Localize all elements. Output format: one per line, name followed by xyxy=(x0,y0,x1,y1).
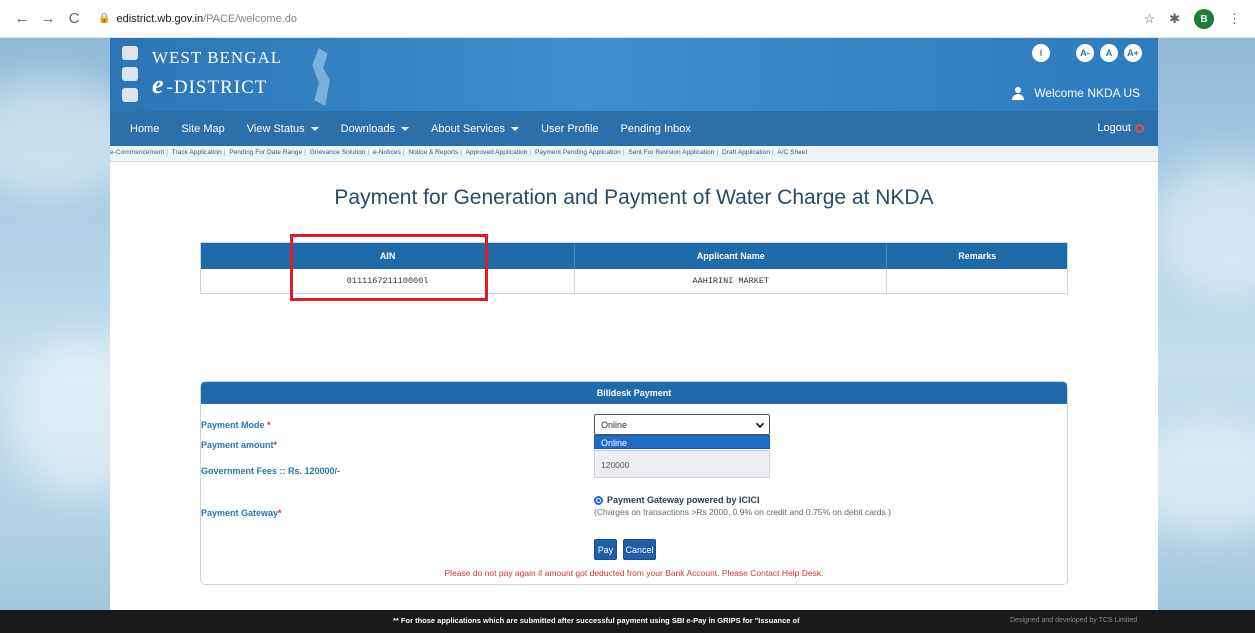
back-icon[interactable]: ← xyxy=(12,9,32,29)
government-fees-label: Government Fees :: Rs. 120000/- xyxy=(201,466,341,476)
main-nav: Home Site Map View Status Downloads Abou… xyxy=(110,111,1158,146)
cancel-button[interactable]: Cancel xyxy=(623,539,656,560)
sub-link[interactable]: Draft Application xyxy=(722,149,770,156)
payment-panel-heading: Billdesk Payment xyxy=(201,382,1067,404)
column-header-applicant-name: Applicant Name xyxy=(575,243,888,269)
power-icon xyxy=(1135,123,1144,133)
main-content: Payment for Generation and Payment of Wa… xyxy=(110,162,1158,612)
logo-title: WEST BENGAL xyxy=(152,48,283,67)
sub-links-bar: e-Commencement | Track Application | Pendi… xyxy=(110,146,1158,162)
url-host: edistrict.wb.gov.in xyxy=(116,12,204,25)
payment-warning: Please do not pay again if amount got de… xyxy=(444,568,824,578)
gateway-charges-note: (Charges on transactions >Rs 2000, 0.9% … xyxy=(594,507,891,517)
map-icon xyxy=(312,48,330,106)
sub-link[interactable]: Pending For Date Range xyxy=(229,149,302,156)
info-icon[interactable]: i xyxy=(1032,44,1050,62)
footer-bar: ** For those applications which are subm… xyxy=(0,610,1255,633)
sub-link[interactable]: Sent For Revision Application xyxy=(628,149,714,156)
column-header-remarks: Remarks xyxy=(958,251,997,261)
chevron-down-icon xyxy=(755,419,765,429)
footer-message: ** For those applications which are subm… xyxy=(393,616,800,625)
menu-kebab-icon[interactable]: ⋮ xyxy=(1228,11,1241,27)
ain-highlight-box xyxy=(290,234,488,301)
payment-mode-option-online[interactable]: Online xyxy=(594,435,770,449)
caret-down-icon xyxy=(310,126,319,131)
profile-avatar[interactable]: B xyxy=(1194,9,1214,29)
logout-link[interactable]: Logout xyxy=(1097,122,1144,134)
page-title: Payment for Generation and Payment of Wa… xyxy=(334,186,934,209)
state-emblem-icon xyxy=(120,46,140,102)
sub-link[interactable]: Grievance Solution xyxy=(310,149,366,156)
payment-mode-select[interactable]: Online xyxy=(594,414,770,435)
forward-icon[interactable]: → xyxy=(38,9,58,29)
pay-button[interactable]: Pay xyxy=(594,539,617,560)
sub-link[interactable]: e-Commencement xyxy=(110,149,164,156)
payment-panel: Billdesk Payment Payment Mode * Payment … xyxy=(200,381,1068,585)
sub-link[interactable]: Track Application xyxy=(172,149,222,156)
browser-toolbar: ← → C 🔒 edistrict.wb.gov.in /PACE/welcom… xyxy=(0,0,1255,38)
nav-view-status[interactable]: View Status xyxy=(247,123,319,135)
payment-amount-label: Payment amount* xyxy=(201,440,278,450)
radio-selected-icon[interactable] xyxy=(594,495,603,505)
reload-icon[interactable]: C xyxy=(64,9,84,29)
star-icon[interactable]: ☆ xyxy=(1143,11,1155,27)
nav-pending-inbox[interactable]: Pending Inbox xyxy=(621,123,691,135)
font-reset-icon[interactable]: A xyxy=(1100,44,1118,62)
caret-down-icon xyxy=(401,126,410,131)
sub-link[interactable]: Notice & Reports xyxy=(408,149,458,156)
nav-site-map[interactable]: Site Map xyxy=(181,123,224,135)
nav-user-profile[interactable]: User Profile xyxy=(541,123,598,135)
welcome-user: Welcome NKDA US xyxy=(1012,86,1140,100)
footer-credit: Designed and developed by TCS Limited xyxy=(1010,617,1138,624)
url-path: /PACE/welcome.do xyxy=(203,12,298,25)
logo-subtitle: e -DISTRICT xyxy=(152,70,268,99)
nav-about-services[interactable]: About Services xyxy=(431,123,520,135)
font-increase-icon[interactable]: A+ xyxy=(1124,44,1142,62)
payment-gateway-label: Payment Gateway* xyxy=(201,508,282,518)
applicant-name-value: AAHIRINI MARKET xyxy=(575,269,888,293)
lock-icon: 🔒 xyxy=(98,13,111,24)
page-background: WEST BENGAL e -DISTRICT i A- A A+ Welcome… xyxy=(0,38,1255,633)
nav-downloads[interactable]: Downloads xyxy=(341,123,410,135)
site-header: WEST BENGAL e -DISTRICT i A- A A+ Welcome… xyxy=(110,38,1158,111)
remarks-value xyxy=(887,269,1067,293)
gateway-radio-icici[interactable]: Payment Gateway powered by ICICI xyxy=(594,495,891,505)
sub-link[interactable]: Payment Pending Application xyxy=(535,149,621,156)
address-bar[interactable]: 🔒 edistrict.wb.gov.in /PACE/welcome.do xyxy=(98,13,297,25)
sub-link[interactable]: Approved Application xyxy=(465,149,527,156)
user-icon xyxy=(1012,86,1025,100)
sub-link[interactable]: e-Notices xyxy=(373,149,401,156)
nav-home[interactable]: Home xyxy=(130,123,159,135)
payment-gateway-group: Payment Gateway powered by ICICI (Charge… xyxy=(594,495,891,517)
caret-down-icon xyxy=(511,126,520,131)
payment-mode-label: Payment Mode * xyxy=(201,420,271,430)
extensions-icon[interactable]: ✱ xyxy=(1169,11,1180,27)
sub-link[interactable]: A/C Sheet xyxy=(777,149,807,156)
payment-amount-field[interactable]: 120000 xyxy=(594,450,770,478)
font-decrease-icon[interactable]: A- xyxy=(1076,44,1094,62)
